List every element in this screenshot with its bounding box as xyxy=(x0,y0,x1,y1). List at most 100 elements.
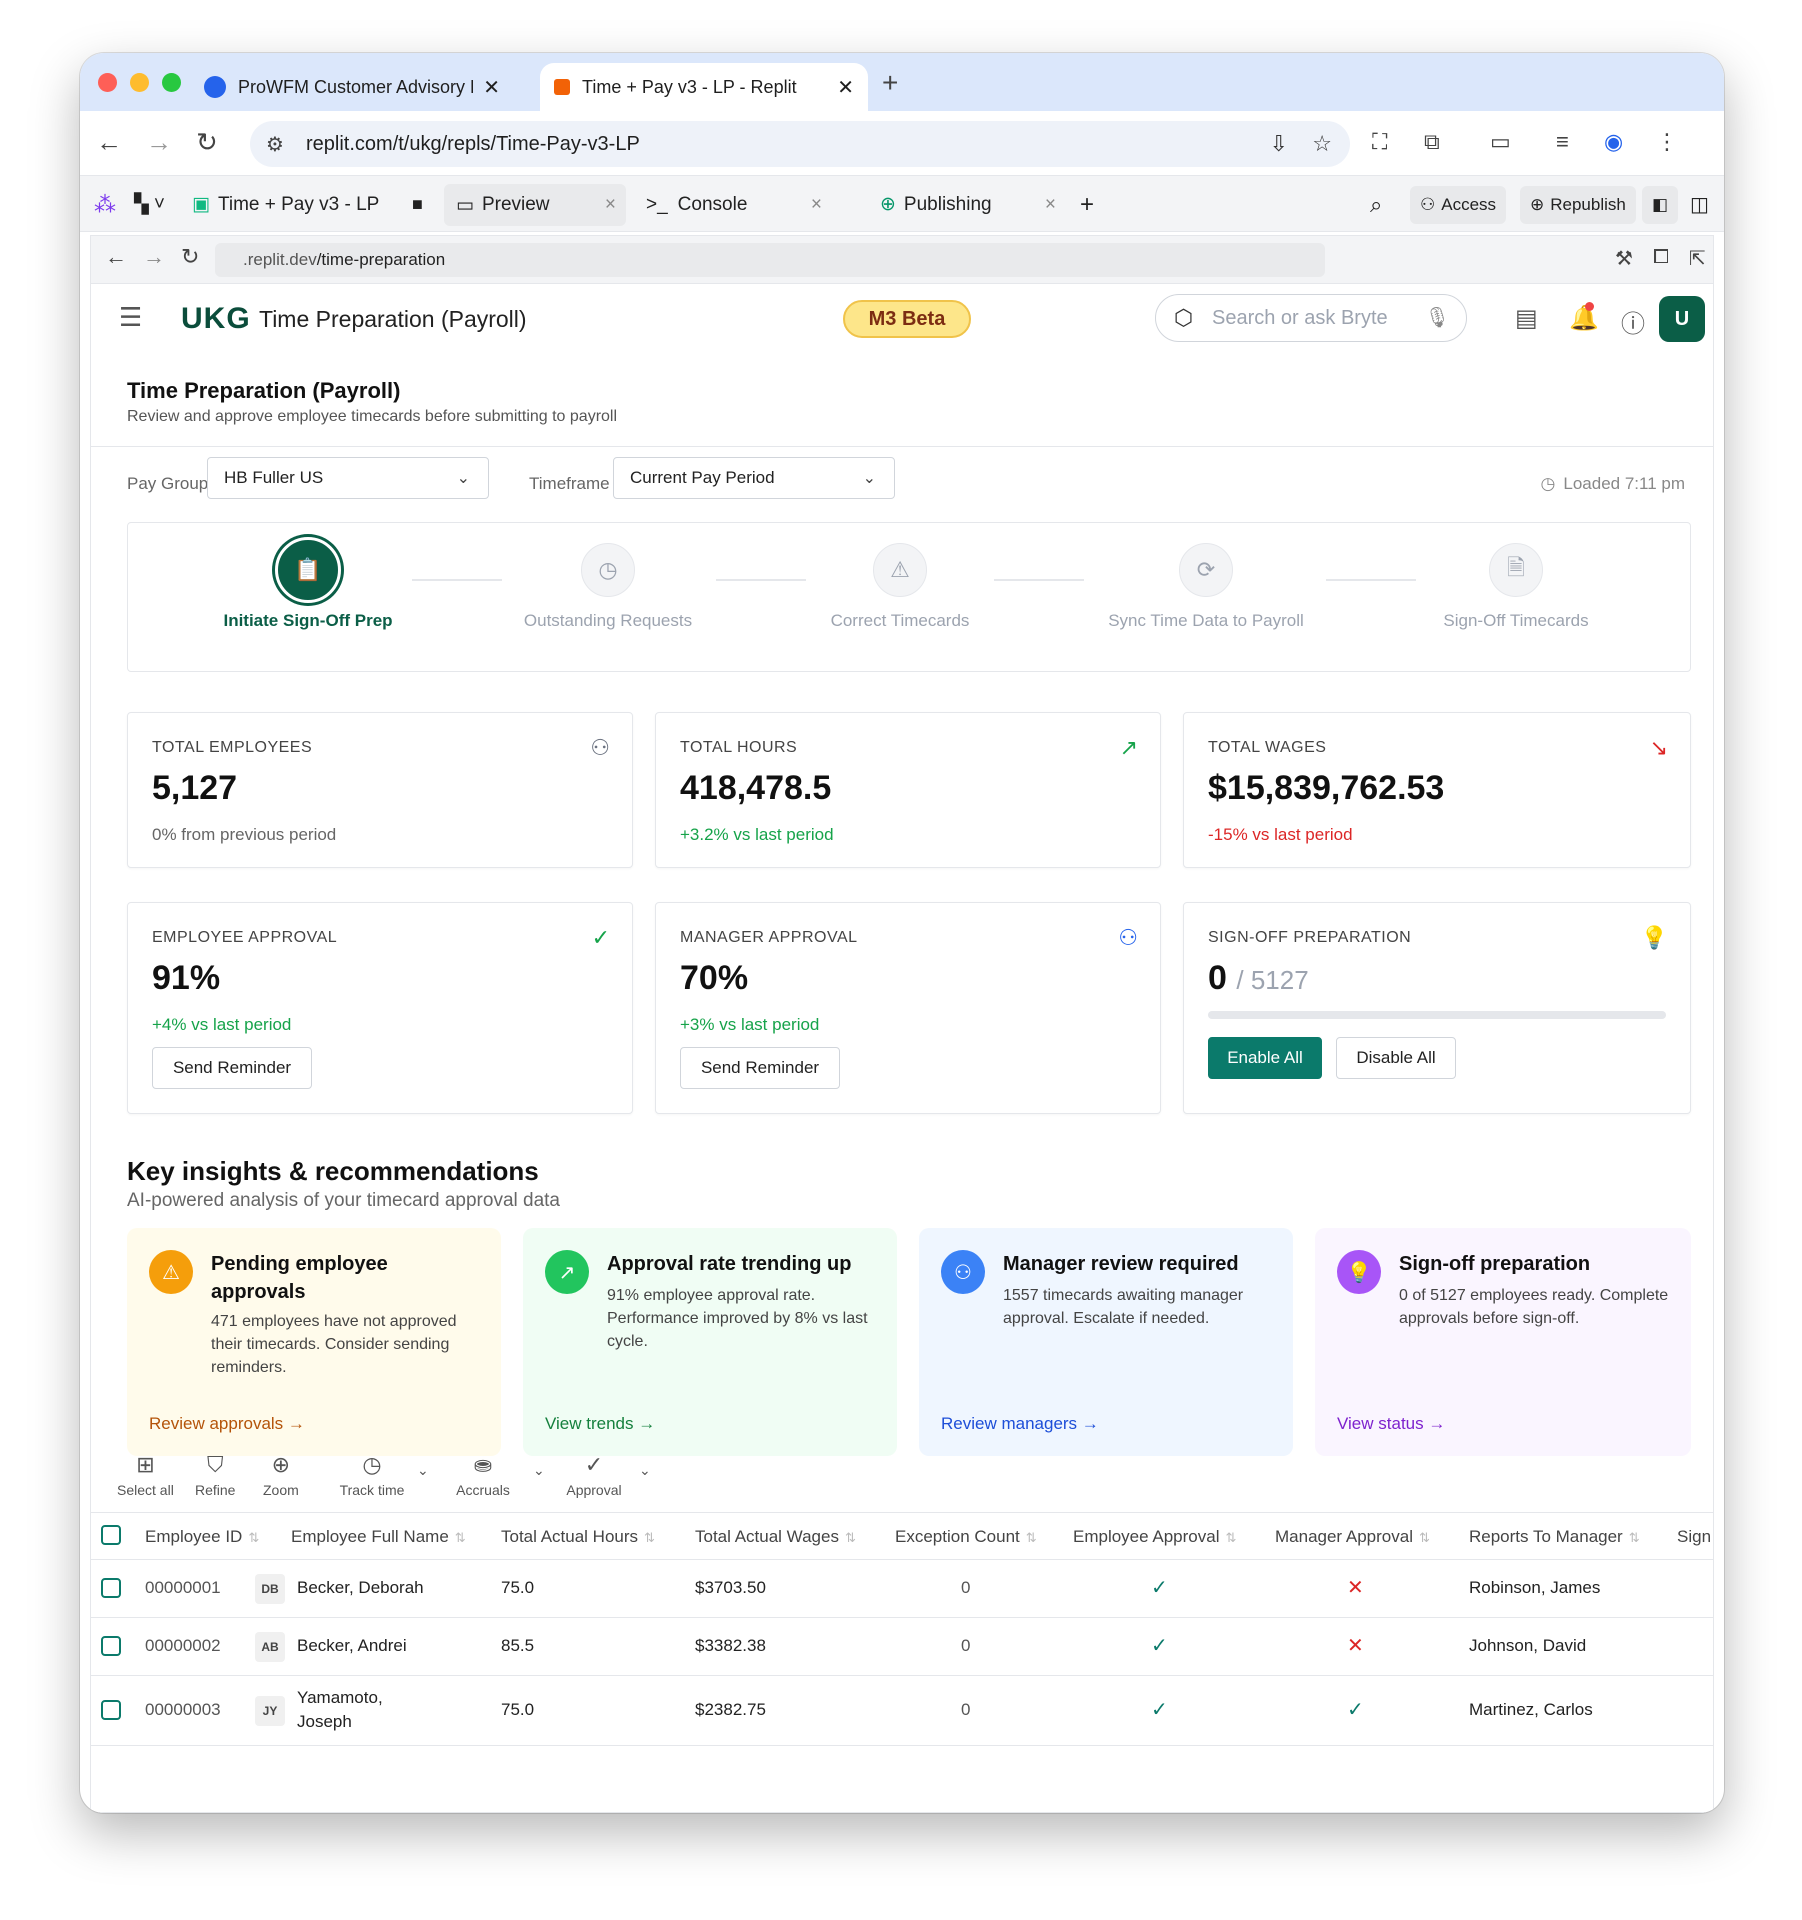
table-row[interactable]: 00000003 JY Yamamoto, Joseph 75.0 $2382.… xyxy=(91,1676,1713,1746)
clock-icon: ◷ xyxy=(581,543,635,597)
sidebar-toggle-icon[interactable]: ◫ xyxy=(1690,176,1709,233)
row-checkbox[interactable] xyxy=(101,1578,121,1598)
row-checkbox[interactable] xyxy=(101,1636,121,1656)
insight-description: 91% employee approval rate. Performance … xyxy=(607,1287,868,1350)
hamburger-menu-icon[interactable]: ☰ xyxy=(119,302,142,333)
wrench-icon[interactable]: ⚒ xyxy=(1615,246,1633,271)
pay-group-select[interactable]: HB Fuller US ⌄ xyxy=(207,457,489,499)
refine-button[interactable]: ⛉ Refine xyxy=(195,1452,235,1498)
review-managers-link[interactable]: Review managers → xyxy=(941,1414,1099,1434)
new-tab-icon[interactable]: + xyxy=(882,67,898,99)
employee-name[interactable]: Becker, Andrei xyxy=(297,1636,407,1656)
send-reminder-button[interactable]: Send Reminder xyxy=(680,1047,840,1089)
close-tab-icon[interactable]: ✕ xyxy=(483,75,500,100)
tab-publishing[interactable]: ⊕ Publishing × xyxy=(880,176,1056,233)
employee-name[interactable]: Becker, Deborah xyxy=(297,1578,424,1598)
col-hours[interactable]: Total Actual Hours ⇅ xyxy=(501,1527,655,1547)
select-all-checkbox[interactable] xyxy=(101,1525,121,1545)
warning-icon: ⚠ xyxy=(873,543,927,597)
disable-all-button[interactable]: Disable All xyxy=(1336,1037,1456,1079)
devtools-icon[interactable]: ◧ xyxy=(1642,186,1678,224)
close-tab-icon[interactable]: × xyxy=(1045,194,1056,216)
exception-count: 0 xyxy=(961,1578,971,1597)
forward-arrow-icon[interactable]: → xyxy=(146,127,172,158)
screenshot-icon[interactable]: ⛶ xyxy=(1372,129,1387,155)
table-row[interactable]: 00000001 DB Becker, Deborah 75.0 $3703.5… xyxy=(91,1560,1713,1618)
layout-icon[interactable]: ▤ xyxy=(1515,304,1538,333)
col-reports-to[interactable]: Reports To Manager ⇅ xyxy=(1469,1527,1640,1547)
col-sign[interactable]: Sign xyxy=(1677,1527,1711,1547)
col-exceptions[interactable]: Exception Count ⇅ xyxy=(895,1527,1037,1547)
zoom-button[interactable]: ⊕ Zoom xyxy=(263,1452,299,1498)
microphone-icon[interactable]: 🎙 xyxy=(1425,305,1450,330)
preview-pane: ← → ↻ .replit.dev/time-preparation ⚒ ⧠ ⇱… xyxy=(90,235,1714,1813)
col-full-name[interactable]: Employee Full Name ⇅ xyxy=(291,1527,466,1547)
close-tab-icon[interactable]: ✕ xyxy=(837,75,854,100)
forward-arrow-icon[interactable]: → xyxy=(143,244,165,270)
stop-icon[interactable]: ■ xyxy=(412,176,423,233)
metric-label: TOTAL WAGES xyxy=(1208,739,1327,756)
tab-console[interactable]: >_ Console × xyxy=(646,176,822,233)
accruals-button[interactable]: ⛂ Accruals ⌄ xyxy=(441,1452,545,1498)
step-label: Sync Time Data to Payroll xyxy=(1108,611,1304,630)
row-checkbox[interactable] xyxy=(101,1700,121,1720)
view-status-link[interactable]: View status → xyxy=(1337,1414,1445,1434)
media-icon[interactable]: ≡ xyxy=(1556,129,1569,155)
close-window-button[interactable] xyxy=(98,73,117,92)
install-icon[interactable]: ⇩ xyxy=(1270,131,1288,157)
step-signoff-timecards[interactable]: 🗎 Sign-Off Timecards xyxy=(1386,543,1646,631)
col-manager-approval[interactable]: Manager Approval ⇅ xyxy=(1275,1527,1430,1547)
back-arrow-icon[interactable]: ← xyxy=(96,127,122,158)
access-button[interactable]: ⚇ Access xyxy=(1410,186,1507,224)
ukg-logo[interactable]: UKG xyxy=(181,302,251,336)
open-external-icon[interactable]: ⇱ xyxy=(1689,246,1706,271)
col-employee-id[interactable]: Employee ID ⇅ xyxy=(145,1527,259,1547)
cast-icon[interactable]: ▭ xyxy=(1490,129,1511,155)
employee-name[interactable]: Yamamoto, xyxy=(297,1688,383,1708)
send-reminder-button[interactable]: Send Reminder xyxy=(152,1047,312,1089)
approval-button[interactable]: ✓ Approval ⌄ xyxy=(557,1452,650,1498)
tab-preview[interactable]: ▭ Preview × xyxy=(444,184,626,226)
review-approvals-link[interactable]: Review approvals → xyxy=(149,1414,305,1434)
reload-icon[interactable]: ↻ xyxy=(196,127,218,158)
track-time-button[interactable]: ◷ Track time ⌄ xyxy=(327,1452,429,1498)
bell-icon[interactable]: 🔔 xyxy=(1569,304,1599,333)
add-tab-icon[interactable]: + xyxy=(1080,176,1094,233)
browser-tab-advisory[interactable]: ProWFM Customer Advisory E ✕ xyxy=(190,63,514,111)
close-tab-icon[interactable]: × xyxy=(605,194,616,216)
preview-url-bar[interactable]: .replit.dev/time-preparation xyxy=(215,243,1325,277)
menu-kebab-icon[interactable]: ⋮ xyxy=(1656,129,1678,155)
extensions-icon[interactable]: ⧉ xyxy=(1424,129,1440,155)
enable-all-button[interactable]: Enable All xyxy=(1208,1037,1322,1079)
employee-name-continued[interactable]: Joseph xyxy=(297,1712,352,1732)
col-wages[interactable]: Total Actual Wages ⇅ xyxy=(695,1527,856,1547)
workspace-menu-icon[interactable]: ▚ ˅ xyxy=(134,176,165,233)
url-bar[interactable]: ⚙ replit.com/t/ukg/repls/Time-Pay-v3-LP … xyxy=(250,121,1350,167)
minimize-window-button[interactable] xyxy=(130,73,149,92)
browser-tab-replit[interactable]: Time + Pay v3 - LP - Replit ✕ xyxy=(540,63,868,111)
step-outstanding-requests[interactable]: ◷ Outstanding Requests xyxy=(478,543,738,631)
close-tab-icon[interactable]: × xyxy=(811,194,822,216)
republish-button[interactable]: ⊕ Republish xyxy=(1520,186,1636,224)
help-icon[interactable]: ⓘ xyxy=(1621,304,1645,339)
replit-logo-icon[interactable]: ⁂ xyxy=(94,176,116,233)
devices-icon[interactable]: ⧠ xyxy=(1653,246,1669,269)
table-row[interactable]: 00000002 AB Becker, Andrei 85.5 $3382.38… xyxy=(91,1618,1713,1676)
bookmark-star-icon[interactable]: ☆ xyxy=(1312,131,1332,157)
select-all-button[interactable]: ⊞ Select all xyxy=(117,1452,174,1498)
project-name[interactable]: ▣ Time + Pay v3 - LP xyxy=(192,176,379,233)
back-arrow-icon[interactable]: ← xyxy=(105,244,127,270)
search-input[interactable]: ⬡ Search or ask Bryte 🎙 xyxy=(1155,294,1467,342)
zoom-window-button[interactable] xyxy=(162,73,181,92)
col-employee-approval[interactable]: Employee Approval ⇅ xyxy=(1073,1527,1236,1547)
user-avatar[interactable]: U xyxy=(1659,296,1705,342)
view-trends-link[interactable]: View trends → xyxy=(545,1414,655,1434)
step-sync-payroll[interactable]: ⟳ Sync Time Data to Payroll xyxy=(1076,543,1336,631)
search-icon[interactable]: ⌕ xyxy=(1370,176,1382,233)
profile-icon[interactable]: ◉ xyxy=(1604,129,1623,155)
reload-icon[interactable]: ↻ xyxy=(181,244,199,270)
site-settings-icon[interactable]: ⚙ xyxy=(266,132,284,157)
timeframe-select[interactable]: Current Pay Period ⌄ xyxy=(613,457,895,499)
step-initiate[interactable]: 📋 Initiate Sign-Off Prep xyxy=(178,537,438,631)
step-correct-timecards[interactable]: ⚠ Correct Timecards xyxy=(770,543,1030,631)
